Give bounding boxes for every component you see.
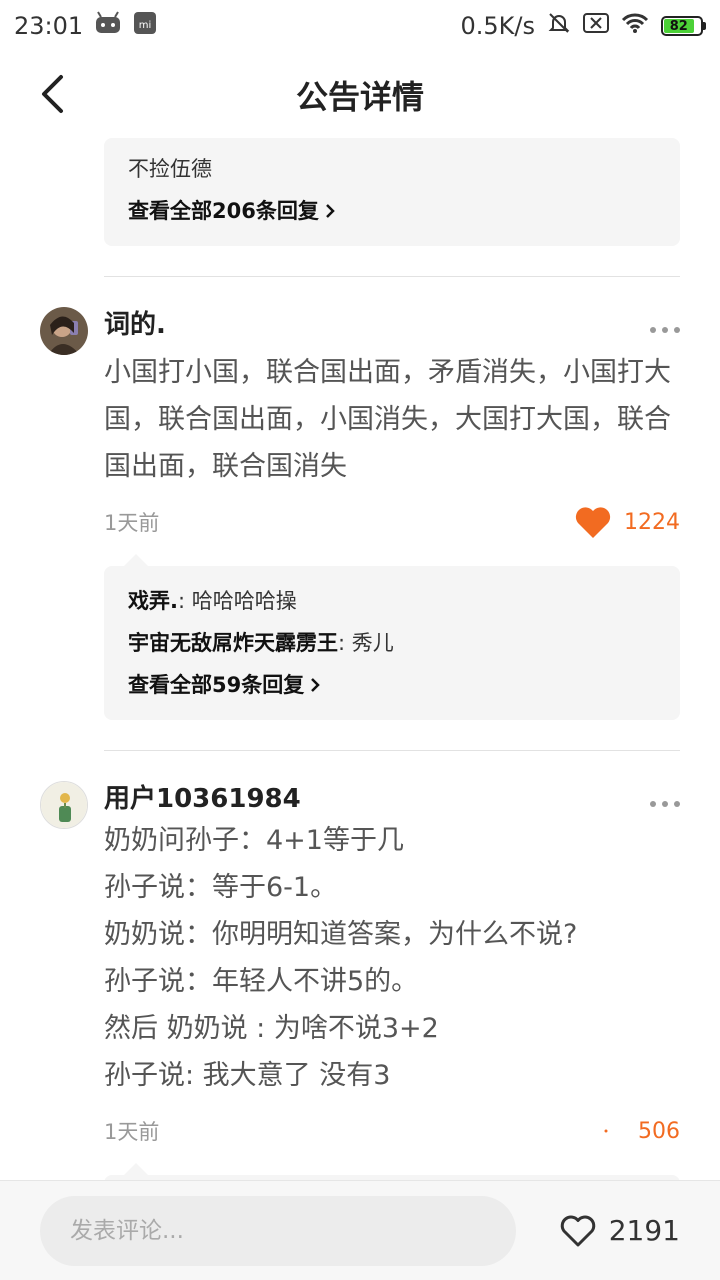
comment-text-line: 奶奶说：你明明知道答案，为什么不说? [104,919,578,950]
app-notification-icon [95,11,121,41]
comment-time: 1天前 [104,1120,160,1144]
status-bar: 23:01 mi 0.5K/s 82 [0,0,720,52]
reply-text: : 秀儿 [338,631,394,655]
comment-text-line: 孙子说: 我大意了 没有3 [104,1060,391,1091]
reply-box: 不捡伍德 查看全部206条回复 [104,138,680,246]
divider [104,750,680,751]
bottom-bar: 2191 [0,1180,720,1280]
comment-text-line: 孙子说：年轻人不讲5的。 [104,966,419,997]
reply-username[interactable]: 宇宙无敌屌炸天霹雳王 [128,631,338,655]
more-options-button[interactable] [650,327,680,333]
mi-app-icon: mi [133,11,157,41]
back-button[interactable] [30,72,74,116]
view-all-replies-label: 查看全部206条回复 [128,199,319,223]
heart-animating-icon [604,1129,608,1133]
view-all-replies-link[interactable]: 查看全部206条回复 [128,190,656,232]
comment-input[interactable] [40,1195,516,1266]
comment-time: 1天前 [104,511,160,535]
reply-line: 宇宙无敌屌炸天霹雳王: 秀儿 [128,622,656,664]
comment-text-line: 奶奶问孙子：4+1等于几 [104,825,404,856]
comment-item: 词的. 小国打小国，联合国出面，矛盾消失，小国打大国，联合国出面，小国消失，大国… [0,307,720,542]
like-button[interactable]: 1224 [574,505,680,539]
total-like-button[interactable]: 2191 [559,1214,680,1248]
net-speed: 0.5K/s [460,12,536,40]
heart-filled-icon [575,507,611,538]
view-all-replies-link[interactable]: 查看全部59条回复 [128,664,656,706]
avatar[interactable] [40,781,88,829]
sim-x-icon [583,12,609,40]
reply-text: : 哈哈哈哈操 [177,589,297,613]
more-options-button[interactable] [650,801,680,807]
svg-text:mi: mi [139,20,152,31]
reply-username[interactable]: 戏弄. [128,589,178,613]
status-time: 23:01 [14,12,84,40]
comment-text: 小国打小国，联合国出面，矛盾消失，小国打大国，联合国出面，小国消失，大国打大国，… [104,357,671,482]
page-title: 公告详情 [295,78,424,116]
comment-username[interactable]: 用户10361984 [104,781,680,817]
reply-line: 戏弄.: 哈哈哈哈操 [128,580,656,622]
view-all-replies-label: 查看全部59条回复 [128,673,305,697]
comment-text-line: 然后 奶奶说 : 为啥不说3+2 [104,1013,439,1044]
comment-text-line: 孙子说：等于6-1。 [104,872,338,903]
comment-username[interactable]: 词的. [104,307,680,343]
comment-item: 用户10361984 奶奶问孙子：4+1等于几 孙子说：等于6-1。 奶奶说：你… [0,781,720,1151]
mute-bell-icon [547,11,571,41]
like-button[interactable]: 506 [602,1119,680,1144]
comment-list[interactable]: 不捡伍德 查看全部206条回复 词的. 小国打小国，联合国出面，矛盾消失，小国打… [0,138,720,1180]
total-like-count: 2191 [608,1214,680,1247]
like-count: 506 [638,1118,680,1144]
divider [104,276,680,277]
battery-icon: 82 [661,16,706,36]
heart-outline-icon [560,1215,595,1246]
reply-line: 不捡伍德 [128,157,212,181]
back-arrow-icon [42,75,63,113]
header: 公告详情 [0,52,720,138]
avatar[interactable] [40,307,88,355]
reply-box: 戏弄.: 哈哈哈哈操 宇宙无敌屌炸天霹雳王: 秀儿 查看全部59条回复 [104,554,680,720]
wifi-icon [621,12,649,40]
chevron-right-icon [325,204,335,218]
battery-level: 82 [664,19,694,34]
chevron-right-icon [311,678,321,692]
like-count: 1224 [624,509,680,535]
